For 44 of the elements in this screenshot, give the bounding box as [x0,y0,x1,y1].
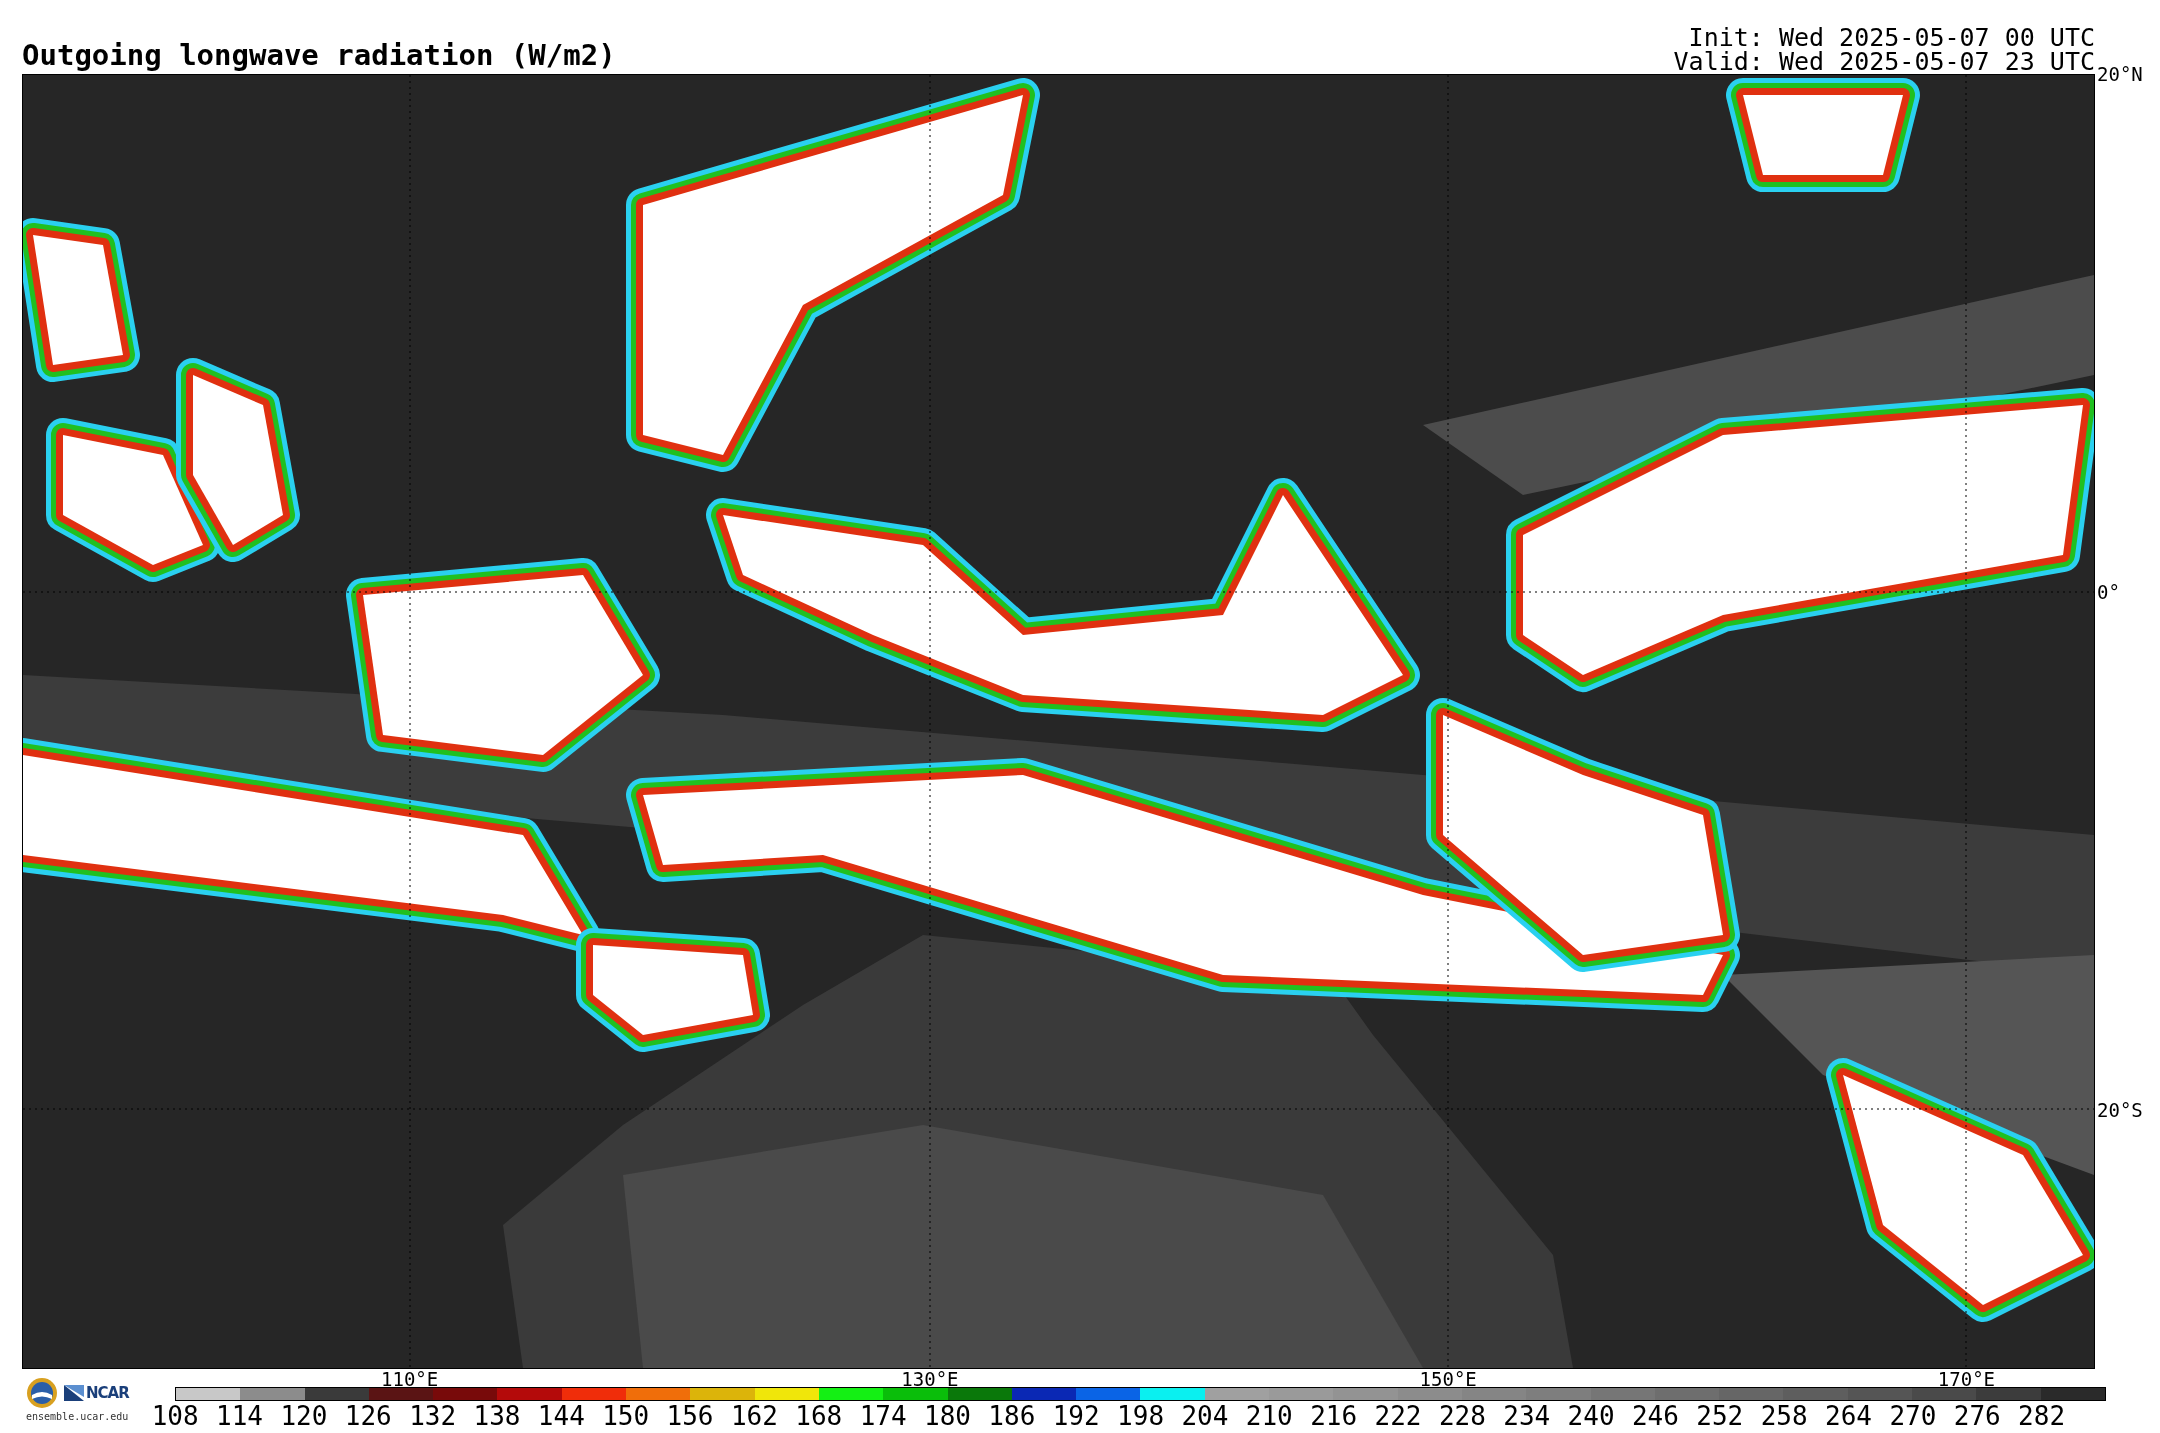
latitude-label: 0° [2097,582,2120,602]
colorbar-tick-label: 132 [408,1401,458,1431]
colorbar-tick-label: 264 [1824,1401,1873,1431]
colorbar-tick-label: 126 [343,1401,393,1431]
colorbar-tick-label: 240 [1566,1401,1616,1431]
colorbar-tick-label: 120 [279,1401,329,1431]
colorbar-tick-label: 144 [536,1401,586,1431]
colorbar-tick-label: 222 [1373,1401,1423,1431]
longitude-label: 110°E [381,1369,439,1389]
ncar-logo-text: NCAR [86,1384,129,1402]
valid-time: Valid: Wed 2025-05-07 23 UTC [1673,50,2095,74]
colorbar-tick-label: 252 [1695,1401,1745,1431]
colorbar-tick-label: 108 [150,1401,200,1431]
chart-title: Outgoing longwave radiation (W/m2) [22,41,616,74]
colorbar-tick-label: 228 [1437,1401,1487,1431]
latitude-label: 20°N [2097,64,2143,84]
latitude-label: 20°S [2097,1100,2143,1120]
colorbar-tick-label: 186 [987,1401,1037,1431]
init-time: Init: Wed 2025-05-07 00 UTC [1688,26,2095,50]
colorbar-tick-label: 162 [729,1401,779,1431]
website-text: ensemble.ucar.edu [26,1411,129,1422]
globe-seal-icon [26,1377,58,1409]
colorbar-tick-label: 180 [923,1401,972,1431]
colorbar-tick-label: 156 [665,1401,715,1431]
colorbar-tick-label: 114 [215,1401,264,1431]
ncar-logo-icon [64,1385,84,1401]
colorbar-tick-label: 150 [601,1401,651,1431]
colorbar-tick-label: 204 [1180,1401,1230,1431]
colorbar-tick-label: 168 [794,1401,844,1431]
colorbar-tick-label: 234 [1502,1401,1552,1431]
colorbar-tick-label: 138 [472,1401,522,1431]
longitude-label: 130°E [901,1369,959,1389]
colorbar-tick-label: 210 [1244,1401,1294,1431]
colorbar-tick-label: 198 [1116,1401,1166,1431]
colorbar-tick-label: 282 [2017,1401,2067,1431]
longitude-label: 150°E [1419,1369,1477,1389]
colorbar-tick-label: 258 [1759,1401,1809,1431]
colorbar-tick-label: 192 [1051,1401,1101,1431]
colorbar-tick-label: 216 [1309,1401,1359,1431]
longitude-label: 170°E [1937,1369,1996,1389]
colorbar-tick-label: 270 [1888,1401,1938,1431]
colorbar-tick-label: 276 [1952,1401,2002,1431]
colorbar-tick-label: 174 [858,1401,908,1431]
colorbar-tick-label: 246 [1630,1401,1680,1431]
